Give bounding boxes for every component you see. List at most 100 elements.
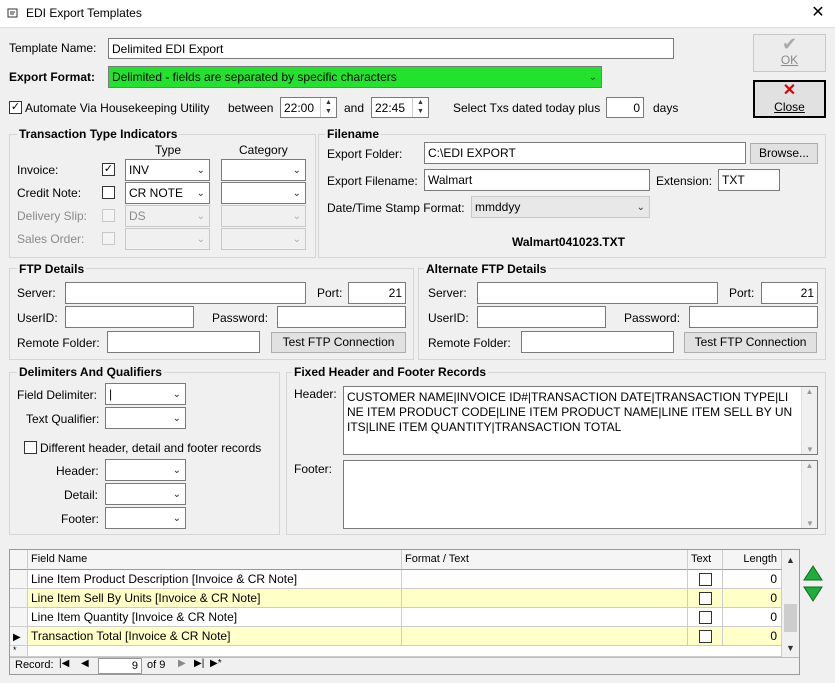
table-row-field[interactable]: Transaction Total [Invoice & CR Note] xyxy=(28,627,402,646)
grid-header-field[interactable]: Field Name xyxy=(28,550,402,570)
alt-ftp-port-input[interactable]: 21 xyxy=(761,282,818,304)
alt-ftp-password-label: Password: xyxy=(624,311,681,325)
delim-footer-label: Footer: xyxy=(61,512,100,526)
grid-scroll-thumb[interactable] xyxy=(784,604,797,632)
table-row-field[interactable]: Line Item Quantity [Invoice & CR Note] xyxy=(28,608,402,627)
export-filename-input[interactable]: Walmart xyxy=(424,169,650,191)
prev-record-icon[interactable]: ◀ xyxy=(81,658,89,669)
test-ftp-button[interactable]: Test FTP Connection xyxy=(271,332,406,353)
record-header-scrollbar[interactable]: ▲ ▼ xyxy=(801,387,817,454)
tti-category-header: Category xyxy=(239,143,288,157)
delim-detail-label: Detail: xyxy=(64,488,99,502)
field-delimiter-select[interactable]: | ⌄ xyxy=(105,383,186,405)
sales-order-category-select[interactable]: ⌄ xyxy=(221,228,306,250)
table-row-text-checkbox[interactable] xyxy=(699,592,712,605)
export-folder-input[interactable]: C:\EDI EXPORT xyxy=(424,142,746,164)
new-record-icon[interactable]: ▶* xyxy=(210,658,222,669)
ftp-password-input[interactable] xyxy=(277,306,406,328)
end-time-input[interactable]: 22:45 ▲ ▼ xyxy=(371,97,429,118)
close-button[interactable]: ✕ Close xyxy=(753,80,826,118)
text-qualifier-select[interactable]: ⌄ xyxy=(105,407,186,429)
table-row-field[interactable]: Line Item Sell By Units [Invoice & CR No… xyxy=(28,589,402,608)
current-row-indicator[interactable]: ▶ xyxy=(10,627,28,646)
alt-ftp-title: Alternate FTP Details xyxy=(424,262,549,276)
alt-ftp-port-label: Port: xyxy=(729,286,755,300)
grid-header-format[interactable]: Format / Text xyxy=(402,550,688,570)
export-format-select[interactable]: Delimited - fields are separated by spec… xyxy=(108,66,602,88)
table-row-text-checkbox[interactable] xyxy=(699,630,712,643)
delim-detail-select[interactable]: ⌄ xyxy=(105,483,186,505)
chevron-down-icon: ⌄ xyxy=(588,72,597,83)
start-time-spinner[interactable]: ▲ ▼ xyxy=(320,98,336,117)
chevron-down-icon: ⌄ xyxy=(636,202,645,213)
row-selector[interactable] xyxy=(10,570,28,589)
ftp-remote-input[interactable] xyxy=(107,331,260,353)
template-name-input[interactable]: Delimited EDI Export xyxy=(108,38,674,59)
table-row-format[interactable] xyxy=(402,627,688,646)
sales-order-checkbox[interactable] xyxy=(102,232,115,245)
window-close-icon[interactable]: ✕ xyxy=(806,2,830,24)
ftp-server-input[interactable] xyxy=(65,282,306,304)
stamp-format-select[interactable]: mmddyy ⌄ xyxy=(471,196,650,218)
delivery-slip-label: Delivery Slip: xyxy=(17,209,88,223)
table-row-text-checkbox[interactable] xyxy=(699,611,712,624)
table-row-length[interactable]: 0 xyxy=(723,627,782,646)
credit-note-type-select[interactable]: CR NOTE ⌄ xyxy=(125,182,210,204)
invoice-category-select[interactable]: ⌄ xyxy=(221,159,306,181)
extension-input[interactable]: TXT xyxy=(718,169,780,191)
browse-button[interactable]: Browse... xyxy=(750,143,818,164)
alt-ftp-server-input[interactable] xyxy=(477,282,718,304)
delim-footer-select[interactable]: ⌄ xyxy=(105,507,186,529)
invoice-type-select[interactable]: INV ⌄ xyxy=(125,159,210,181)
alt-ftp-password-input[interactable] xyxy=(689,306,818,328)
alt-ftp-remote-input[interactable] xyxy=(521,331,674,353)
extension-label: Extension: xyxy=(656,174,713,188)
delim-header-select[interactable]: ⌄ xyxy=(105,459,186,481)
move-up-icon[interactable] xyxy=(803,565,823,581)
table-row-length[interactable]: 0 xyxy=(723,570,782,589)
alt-test-ftp-button[interactable]: Test FTP Connection xyxy=(684,332,817,353)
end-time-spinner[interactable]: ▲ ▼ xyxy=(412,98,428,117)
table-row-format[interactable] xyxy=(402,589,688,608)
grid-scrollbar[interactable]: ▲ ▼ xyxy=(782,550,799,657)
different-records-checkbox[interactable] xyxy=(24,441,37,454)
days-input[interactable]: 0 xyxy=(606,97,644,118)
ftp-port-input[interactable]: 21 xyxy=(348,282,406,304)
table-row-length[interactable]: 0 xyxy=(723,608,782,627)
ok-button[interactable]: ✔ OK xyxy=(753,34,826,72)
move-down-icon[interactable] xyxy=(803,586,823,602)
current-record-input[interactable]: 9 xyxy=(98,658,142,674)
delim-header-label: Header: xyxy=(56,464,99,478)
alt-ftp-userid-label: UserID: xyxy=(428,311,469,325)
row-selector[interactable] xyxy=(10,608,28,627)
new-row-selector[interactable]: * xyxy=(10,646,28,657)
table-row-field[interactable]: Line Item Product Description [Invoice &… xyxy=(28,570,402,589)
grid-header-text[interactable]: Text xyxy=(688,550,723,570)
grid-header-length[interactable]: Length xyxy=(723,550,782,570)
sales-order-type-select[interactable]: ⌄ xyxy=(125,228,210,250)
first-record-icon[interactable]: |◀ xyxy=(59,658,69,669)
delivery-slip-type-select[interactable]: DS ⌄ xyxy=(125,205,210,227)
last-record-icon[interactable]: ▶| xyxy=(194,658,204,669)
delivery-slip-category-select[interactable]: ⌄ xyxy=(221,205,306,227)
delivery-slip-checkbox[interactable] xyxy=(102,209,115,222)
table-row-text-cell xyxy=(688,608,723,627)
next-record-icon[interactable]: ▶ xyxy=(178,658,186,669)
record-header-textarea[interactable]: CUSTOMER NAME|INVOICE ID#|TRANSACTION DA… xyxy=(343,386,818,455)
record-footer-scrollbar[interactable]: ▲ ▼ xyxy=(801,461,817,528)
new-row[interactable] xyxy=(28,646,782,657)
invoice-checkbox[interactable]: ✓ xyxy=(102,163,115,176)
start-time-input[interactable]: 22:00 ▲ ▼ xyxy=(280,97,337,118)
export-folder-label: Export Folder: xyxy=(327,147,403,161)
table-row-format[interactable] xyxy=(402,570,688,589)
table-row-text-checkbox[interactable] xyxy=(699,573,712,586)
record-footer-textarea[interactable]: ▲ ▼ xyxy=(343,460,818,529)
table-row-format[interactable] xyxy=(402,608,688,627)
row-selector[interactable] xyxy=(10,589,28,608)
ftp-userid-input[interactable] xyxy=(65,306,194,328)
credit-note-category-select[interactable]: ⌄ xyxy=(221,182,306,204)
credit-note-checkbox[interactable] xyxy=(102,186,115,199)
automate-checkbox[interactable]: ✓ xyxy=(9,101,22,114)
table-row-length[interactable]: 0 xyxy=(723,589,782,608)
alt-ftp-userid-input[interactable] xyxy=(477,306,606,328)
